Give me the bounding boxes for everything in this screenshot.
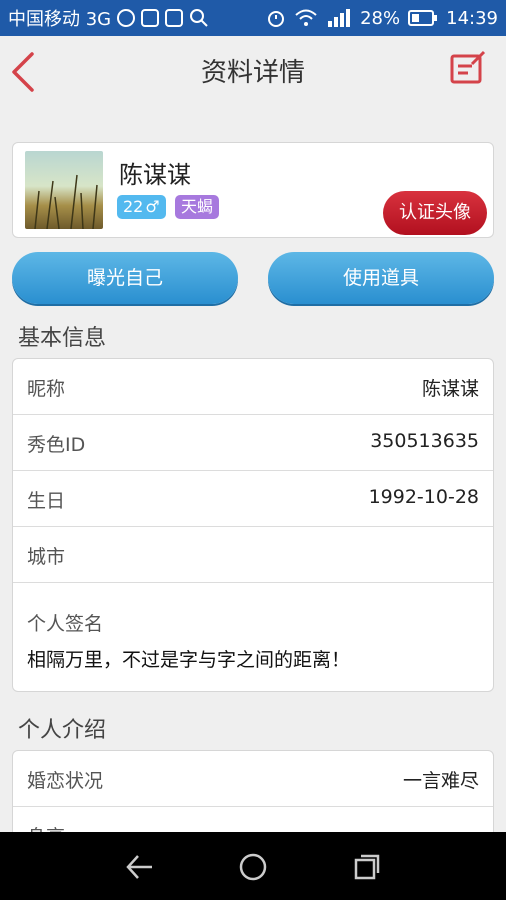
height-row[interactable]: 身高	[13, 807, 493, 832]
city-row[interactable]: 城市	[13, 527, 493, 583]
height-label: 身高	[27, 822, 65, 832]
zodiac-badge: 天蝎	[175, 195, 220, 219]
avatar[interactable]	[25, 151, 103, 229]
birthday-row[interactable]: 生日 1992-10-28	[13, 471, 493, 527]
verify-avatar-button[interactable]: 认证头像	[383, 191, 487, 235]
signature-label: 个人签名	[27, 613, 104, 635]
city-label: 城市	[27, 546, 66, 568]
battery-percent: 28%	[360, 7, 401, 29]
notification-icon	[117, 9, 136, 27]
intro-card: 婚恋状况 一言难尽 身高	[12, 750, 494, 832]
id-label: 秀色ID	[27, 434, 86, 456]
basic-info-card: 昵称 陈谋谋 秀色ID 350513635 生日 1992-10-28 城市 个…	[12, 358, 494, 692]
avatar-image	[34, 174, 98, 229]
signature-row[interactable]: 个人签名 相隔万里，不过是字与字之间的距离！	[13, 583, 493, 691]
navigation-bar	[0, 832, 506, 900]
intro-title: 个人介绍	[18, 718, 107, 743]
use-props-button[interactable]: 使用道具	[268, 252, 494, 304]
nickname-value: 陈谋谋	[421, 378, 479, 400]
marital-value: 一言难尽	[402, 770, 479, 792]
arrow-left-icon	[126, 855, 152, 879]
basic-info-title: 基本信息	[18, 326, 107, 351]
carrier-text: 中国移动 3G	[8, 9, 112, 30]
male-icon: ♂	[145, 197, 160, 216]
id-row[interactable]: 秀色ID 350513635	[13, 415, 493, 471]
birthday-label: 生日	[27, 490, 66, 512]
profile-card: 陈谋谋 22 ♂ 天蝎 认证头像	[12, 142, 494, 238]
birthday-value: 1992-10-28	[368, 486, 479, 508]
edit-button[interactable]	[448, 48, 488, 88]
marital-row[interactable]: 婚恋状况 一言难尽	[13, 751, 493, 807]
nav-back-button[interactable]	[122, 850, 156, 884]
recent-apps-icon	[354, 854, 380, 880]
app-notification-icon	[141, 9, 160, 27]
age-value: 22	[123, 197, 144, 216]
marital-label: 婚恋状况	[27, 770, 104, 792]
nav-home-button[interactable]	[236, 850, 270, 884]
id-value: 350513635	[370, 430, 479, 452]
circle-home-icon	[239, 853, 267, 881]
signature-text: 相隔万里，不过是字与字之间的距离！	[27, 649, 351, 671]
status-bar: 中国移动 3G 28% 14:39	[0, 0, 506, 36]
alarm-icon	[268, 11, 285, 27]
nav-recents-button[interactable]	[350, 850, 384, 884]
wifi-icon	[295, 9, 317, 26]
clock-time: 14:39	[446, 7, 498, 29]
search-icon	[190, 9, 208, 27]
nickname-row[interactable]: 昵称 陈谋谋	[13, 359, 493, 415]
content-area[interactable]: 陈谋谋 22 ♂ 天蝎 认证头像 曝光自己 使用道具 基本信息 昵称 陈谋谋 秀…	[0, 104, 506, 832]
battery-icon	[408, 10, 438, 26]
profile-name: 陈谋谋	[119, 161, 191, 189]
age-badge: 22 ♂	[117, 195, 166, 219]
signal-icon	[328, 9, 351, 27]
nickname-label: 昵称	[27, 378, 66, 400]
top-bar: 资料详情	[0, 36, 506, 104]
expose-self-button[interactable]: 曝光自己	[12, 252, 238, 304]
page-title: 资料详情	[200, 58, 305, 88]
app-notification-icon	[165, 9, 184, 27]
edit-icon	[450, 50, 486, 84]
